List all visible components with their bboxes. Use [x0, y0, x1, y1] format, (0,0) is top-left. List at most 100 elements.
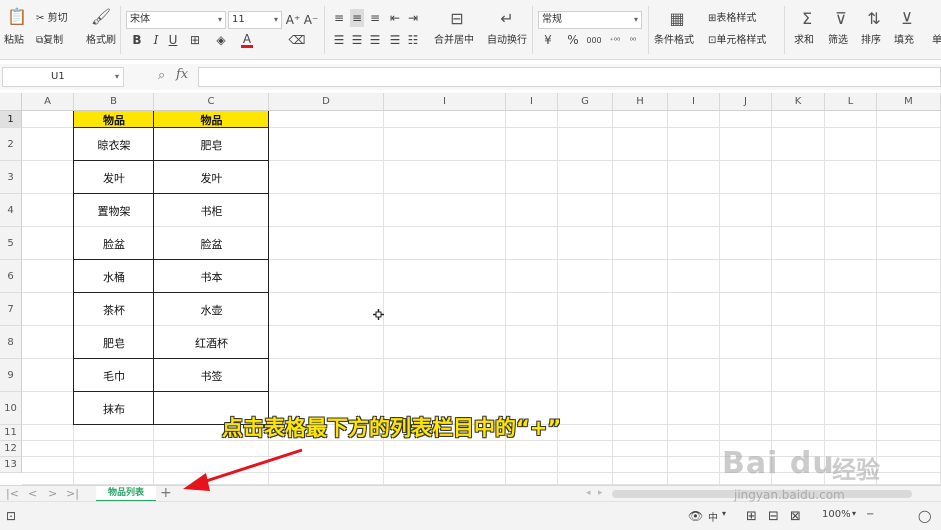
- decrease-decimal-button[interactable]: ⁰⁰: [624, 31, 642, 49]
- table-style-button[interactable]: ⊞表格样式: [708, 12, 756, 26]
- table-cell[interactable]: 书本: [154, 260, 269, 293]
- filter-button[interactable]: 筛选: [828, 34, 848, 48]
- fill-color-icon[interactable]: ◈: [212, 31, 230, 49]
- last-sheet-icon[interactable]: >|: [66, 486, 79, 502]
- table-header-cell[interactable]: 物品: [154, 111, 269, 128]
- format-painter-button[interactable]: 格式刷: [86, 34, 116, 48]
- column-header[interactable]: K: [772, 93, 825, 111]
- conditional-format-icon[interactable]: ▦: [666, 8, 688, 28]
- table-cell[interactable]: 脸盆: [154, 227, 269, 260]
- table-cell[interactable]: 书签: [154, 359, 269, 392]
- thousands-button[interactable]: 000: [584, 31, 604, 49]
- underline-button[interactable]: U: [166, 31, 180, 49]
- select-all-corner[interactable]: [0, 93, 22, 111]
- column-header[interactable]: L: [825, 93, 877, 111]
- sort-icon[interactable]: ⇅: [863, 8, 885, 28]
- row-header[interactable]: 2: [0, 128, 22, 161]
- column-header[interactable]: A: [22, 93, 74, 111]
- sheet-tab-active[interactable]: 物品列表: [96, 486, 156, 502]
- merge-center-button[interactable]: 合并居中: [434, 34, 474, 48]
- column-header[interactable]: I: [668, 93, 720, 111]
- fx-button[interactable]: fx: [176, 67, 188, 82]
- row-header[interactable]: 7: [0, 293, 22, 326]
- column-header[interactable]: D: [269, 93, 384, 111]
- increase-font-button[interactable]: A⁺: [286, 11, 301, 29]
- row-header[interactable]: 6: [0, 260, 22, 293]
- table-cell[interactable]: 发叶: [154, 161, 269, 194]
- row-header[interactable]: 4: [0, 194, 22, 227]
- column-header[interactable]: M: [877, 93, 941, 111]
- prev-sheet-icon[interactable]: <: [28, 486, 37, 502]
- table-cell[interactable]: 书柜: [154, 194, 269, 227]
- number-format-select[interactable]: 常规 ▾: [538, 11, 642, 29]
- sum-button[interactable]: 求和: [794, 34, 814, 48]
- bold-button[interactable]: B: [130, 31, 144, 49]
- row-header[interactable]: 10: [0, 392, 22, 425]
- table-cell[interactable]: 水壶: [154, 293, 269, 326]
- formula-input[interactable]: [198, 67, 941, 87]
- merge-icon[interactable]: ⊟: [446, 8, 468, 28]
- filter-icon[interactable]: ⊽: [830, 8, 852, 28]
- decrease-font-button[interactable]: A⁻: [304, 11, 319, 29]
- table-cell[interactable]: 红酒杯: [154, 326, 269, 359]
- align-center-icon[interactable]: ☰: [350, 31, 364, 49]
- italic-button[interactable]: I: [150, 31, 162, 49]
- more-button[interactable]: 单: [932, 34, 941, 48]
- zoom-search-icon[interactable]: ⌕: [158, 68, 165, 83]
- format-painter-icon[interactable]: 🖌: [90, 6, 112, 26]
- fill-icon[interactable]: ⊻: [896, 8, 918, 28]
- row-header[interactable]: 5: [0, 227, 22, 260]
- scroll-left-icon[interactable]: ◂: [586, 486, 591, 502]
- cell-style-button[interactable]: ⊡单元格样式: [708, 34, 766, 48]
- conditional-format-button[interactable]: 条件格式: [654, 34, 694, 48]
- table-cell[interactable]: 晾衣架: [74, 128, 154, 161]
- table-cell[interactable]: 肥皂: [74, 326, 154, 359]
- first-sheet-icon[interactable]: |<: [6, 486, 19, 502]
- table-cell[interactable]: 毛巾: [74, 359, 154, 392]
- wrap-text-button[interactable]: 自动换行: [487, 34, 527, 48]
- table-cell[interactable]: 肥皂: [154, 128, 269, 161]
- eye-protect-icon[interactable]: 👁: [688, 509, 703, 523]
- font-color-button[interactable]: A: [238, 31, 256, 49]
- outdent-icon[interactable]: ⇤: [388, 9, 402, 27]
- table-cell[interactable]: 发叶: [74, 161, 154, 194]
- font-size-select[interactable]: 11 ▾: [228, 11, 282, 29]
- input-mode-indicator[interactable]: 中: [708, 509, 718, 524]
- row-header[interactable]: 12: [0, 441, 22, 457]
- table-cell[interactable]: 茶杯: [74, 293, 154, 326]
- add-sheet-button[interactable]: +: [160, 485, 172, 501]
- macro-record-icon[interactable]: ⊡: [6, 509, 16, 523]
- currency-button[interactable]: ¥: [540, 31, 556, 49]
- table-cell[interactable]: 脸盆: [74, 227, 154, 260]
- row-header[interactable]: 8: [0, 326, 22, 359]
- column-header[interactable]: I: [506, 93, 558, 111]
- percent-button[interactable]: %: [566, 31, 580, 49]
- column-header[interactable]: G: [558, 93, 613, 111]
- column-header[interactable]: C: [154, 93, 269, 111]
- justify-icon[interactable]: ☰: [388, 31, 402, 49]
- cut-button[interactable]: ✂ 剪切: [36, 12, 68, 26]
- column-header[interactable]: J: [720, 93, 772, 111]
- align-left-icon[interactable]: ☰: [332, 31, 346, 49]
- scroll-grip-icon[interactable]: ▸: [598, 486, 603, 502]
- row-header[interactable]: 3: [0, 161, 22, 194]
- column-header[interactable]: B: [74, 93, 154, 111]
- column-header[interactable]: H: [613, 93, 668, 111]
- name-box[interactable]: U1 ▾: [2, 67, 124, 87]
- row-header[interactable]: 9: [0, 359, 22, 392]
- copy-button[interactable]: ⧉复制: [36, 34, 63, 48]
- table-header-cell[interactable]: 物品: [74, 111, 154, 128]
- row-header[interactable]: 11: [0, 425, 22, 441]
- border-icon[interactable]: ⊞: [186, 31, 204, 49]
- row-header[interactable]: 1: [0, 111, 22, 128]
- sum-icon[interactable]: Σ: [796, 8, 818, 28]
- eraser-icon[interactable]: ⌫: [288, 31, 306, 49]
- paste-icon[interactable]: 📋: [6, 6, 28, 26]
- increase-decimal-button[interactable]: ⁺⁰⁰: [606, 31, 624, 49]
- table-cell[interactable]: 水桶: [74, 260, 154, 293]
- align-middle-icon[interactable]: ≡: [350, 9, 364, 27]
- row-header[interactable]: 13: [0, 457, 22, 473]
- paste-button[interactable]: 粘贴: [4, 34, 24, 48]
- next-sheet-icon[interactable]: >: [48, 486, 57, 502]
- sort-button[interactable]: 排序: [861, 34, 881, 48]
